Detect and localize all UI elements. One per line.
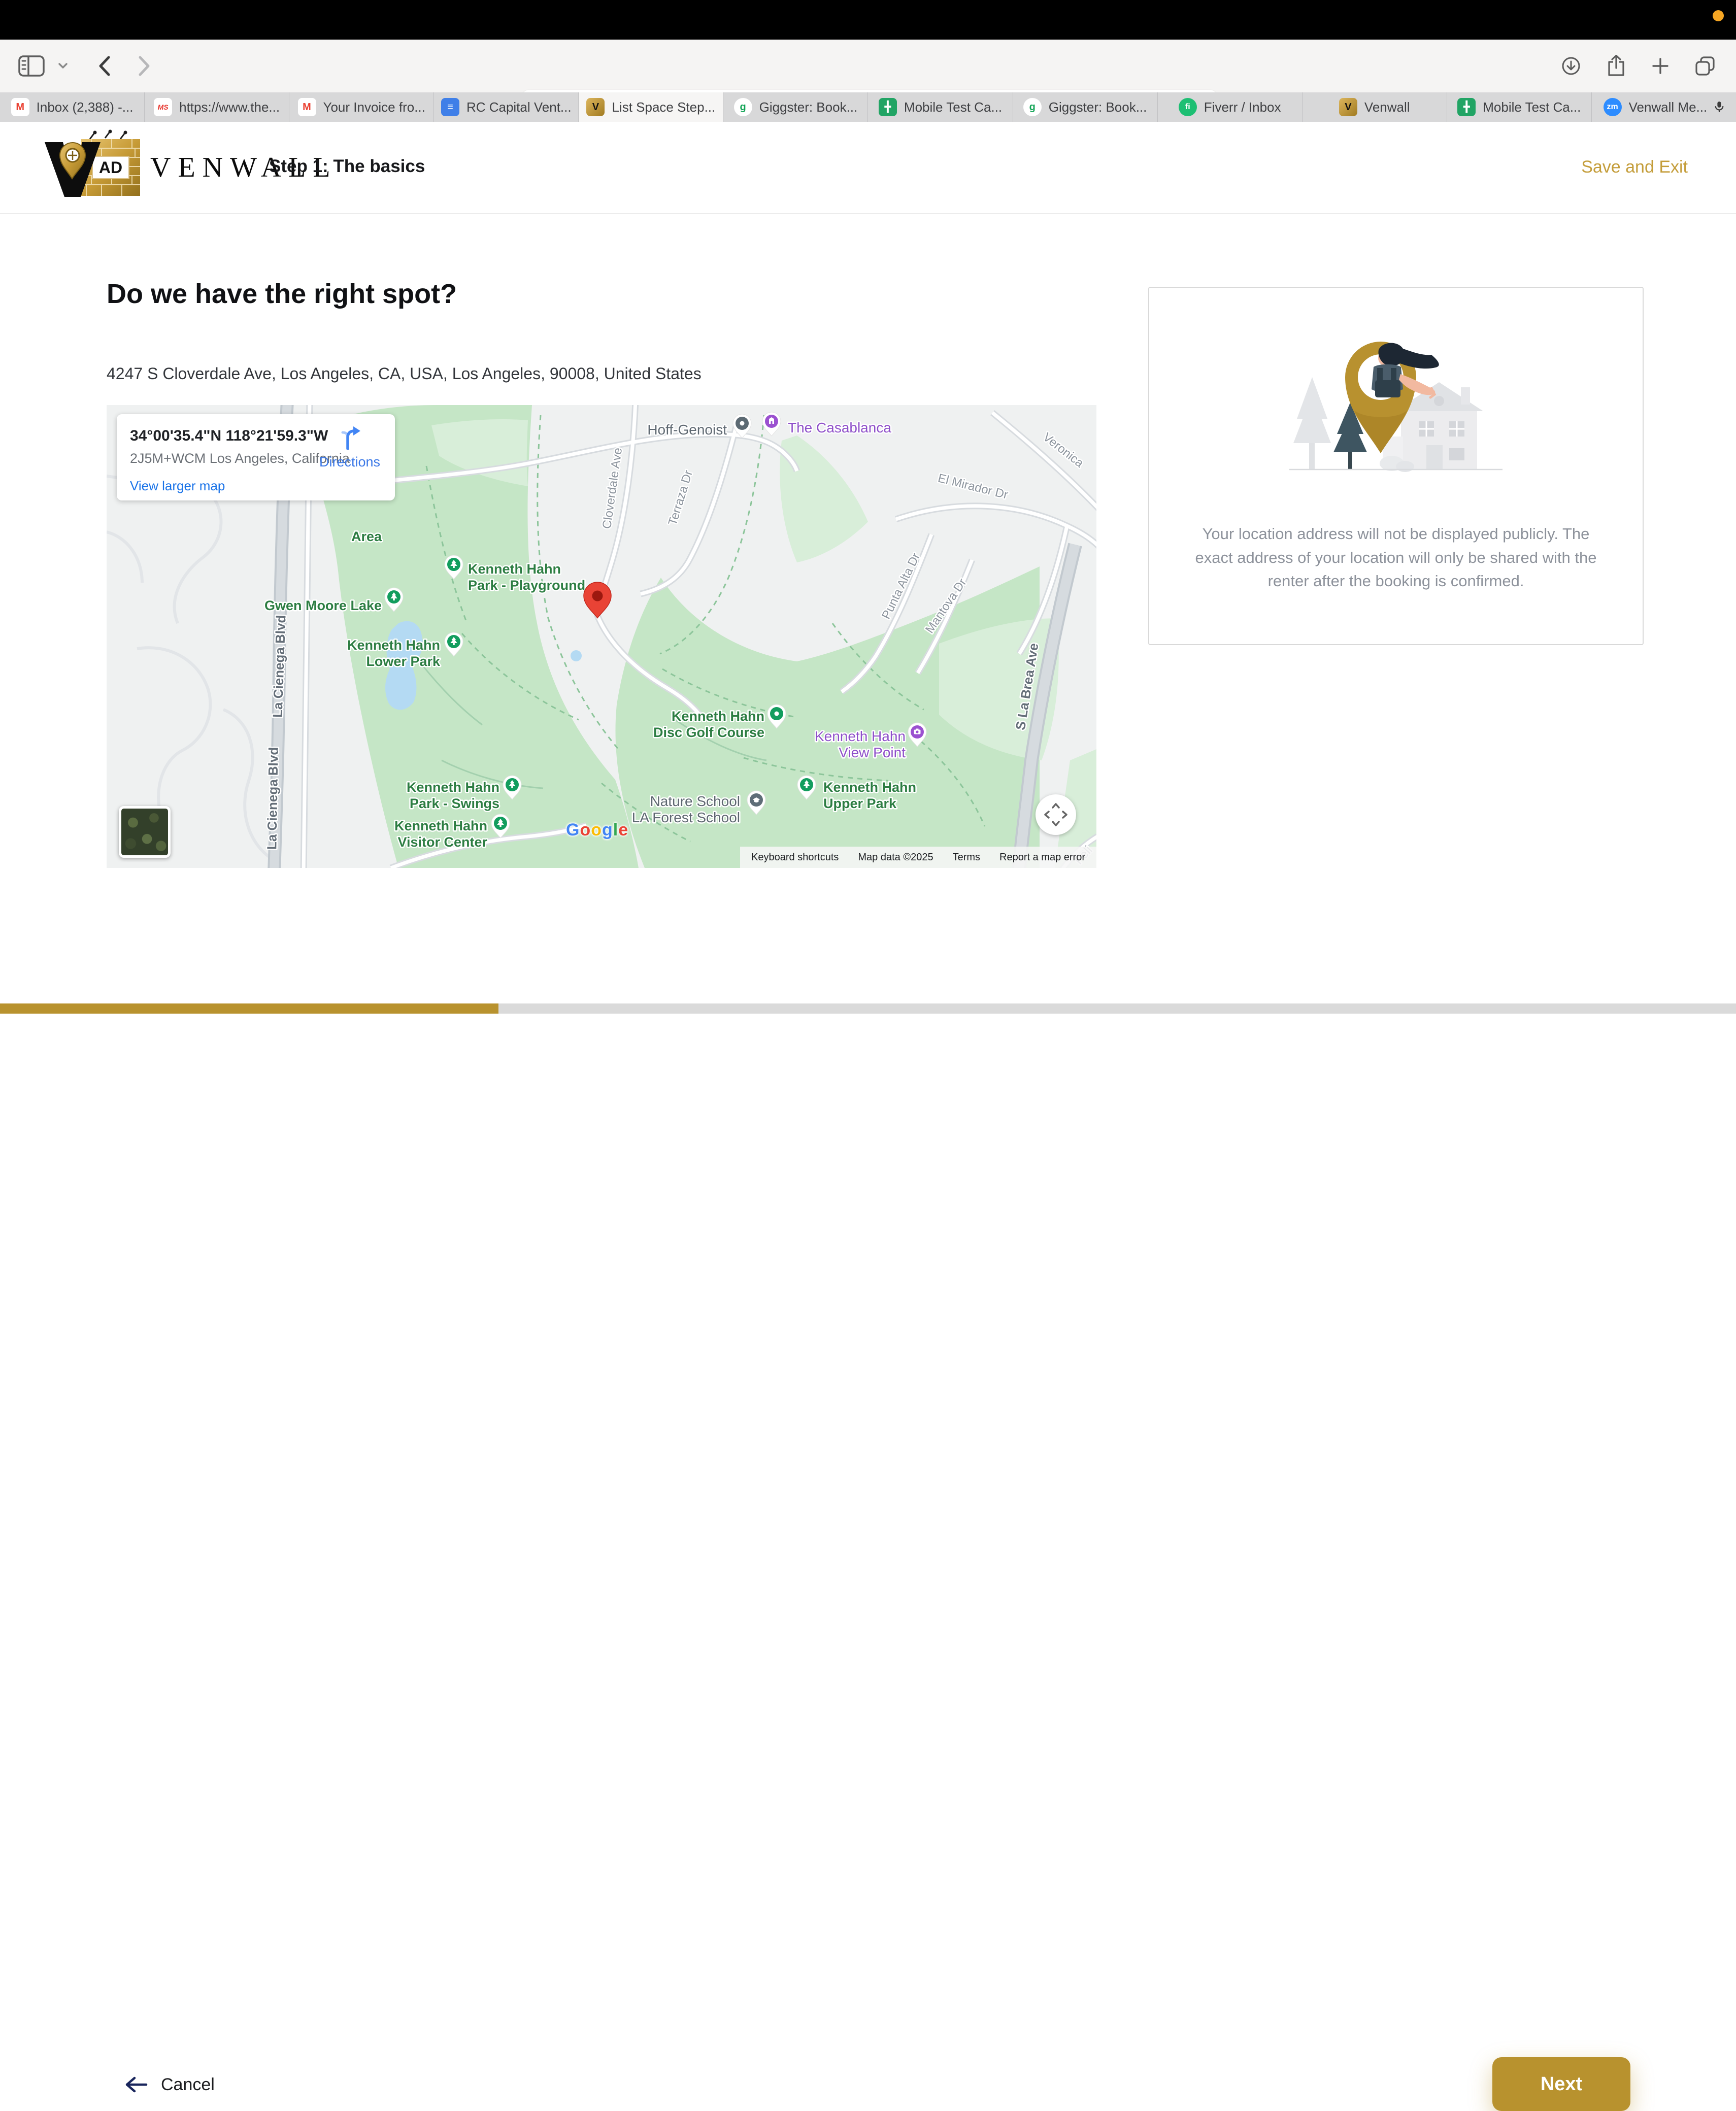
browser-tab-5[interactable]: V List Space Step...	[579, 92, 723, 122]
tab-label: Venwall Me...	[1629, 99, 1708, 115]
map-label: La Cienega Blvd	[264, 747, 281, 850]
tab-label: Fiverr / Inbox	[1204, 99, 1281, 115]
map-attribution-bar: Keyboard shortcuts Map data ©2025 Terms Rep…	[740, 847, 1096, 868]
google-logo[interactable]: Google	[566, 820, 628, 840]
map-attribution-item[interactable]: Keyboard shortcuts	[751, 852, 839, 863]
coordinates-title: 34°00'35.4"N 118°21'59.3"W	[130, 427, 328, 445]
zoom-favicon: zm	[1604, 98, 1622, 116]
tab-label: Mobile Test Ca...	[1483, 99, 1581, 115]
save-and-exit-link[interactable]: Save and Exit	[1581, 157, 1688, 177]
cancel-button[interactable]: Cancel	[124, 2072, 215, 2097]
forward-button[interactable]	[137, 55, 152, 77]
tab-label: https://www.the...	[179, 99, 280, 115]
gmail-favicon: M	[298, 98, 316, 116]
bottom-action-bar: Cancel Next	[0, 1014, 1736, 1124]
page-heading: Do we have the right spot?	[107, 278, 457, 310]
tab-label: Mobile Test Ca...	[904, 99, 1002, 115]
tab-label: Inbox (2,388) -...	[37, 99, 133, 115]
docs-favicon: ≡	[441, 98, 459, 116]
tab-bar: MInbox (2,388) -...MShttps://www.the...M…	[0, 92, 1736, 122]
map-label: The Casablanca	[788, 420, 891, 435]
browser-tab-4[interactable]: ≡ RC Capital Vent...	[434, 92, 579, 122]
gmail-favicon: M	[11, 98, 29, 116]
venwall-favicon: V	[586, 98, 605, 116]
tab-label: Giggster: Book...	[1049, 99, 1147, 115]
tab-label: List Space Step...	[612, 99, 715, 115]
view-larger-map-link[interactable]: View larger map	[130, 478, 225, 494]
browser-tab-12[interactable]: zm Venwall Me...	[1592, 92, 1736, 122]
progress-bar-track	[0, 1003, 1736, 1014]
browser-tab-8[interactable]: g Giggster: Book...	[1013, 92, 1158, 122]
listing-address: 4247 S Cloverdale Ave, Los Angeles, CA, …	[107, 364, 702, 383]
map-label: Area	[351, 529, 382, 544]
browser-tab-6[interactable]: g Giggster: Book...	[723, 92, 868, 122]
cancel-label: Cancel	[161, 2075, 215, 2095]
fiverr-favicon: fi	[1179, 98, 1197, 116]
tab-overview-icon[interactable]	[1694, 55, 1716, 77]
progress-bar-fill	[0, 1003, 498, 1014]
location-privacy-illustration	[1274, 317, 1518, 490]
map-attribution-item[interactable]: Terms	[953, 852, 980, 863]
privacy-note-text: Your location address will not be displa…	[1183, 522, 1609, 593]
browser-tab-11[interactable]: ╋ Mobile Test Ca...	[1447, 92, 1592, 122]
mls-favicon: MS	[154, 98, 172, 116]
browser-toolbar: venwall.com Ax	[0, 40, 1736, 93]
browser-tab-10[interactable]: V Venwall	[1303, 92, 1447, 122]
map-info-card: 34°00'35.4"N 118°21'59.3"W 2J5M+WCM Los …	[117, 414, 395, 500]
giggster-favicon: g	[734, 98, 752, 116]
browser-tab-3[interactable]: M Your Invoice fro...	[289, 92, 434, 122]
directions-label: Directions	[317, 454, 383, 470]
map-label: Hoff-Genoist	[647, 422, 727, 438]
google-map[interactable]: Hoff-GenoistThe CasablancaVeronicaEl Mir…	[107, 405, 1096, 868]
browser-tab-2[interactable]: MS https://www.the...	[145, 92, 289, 122]
tab-label: RC Capital Vent...	[466, 99, 572, 115]
next-button[interactable]: Next	[1492, 2057, 1630, 2111]
macos-menubar	[0, 0, 1736, 40]
pan-arrows-icon	[1036, 794, 1076, 835]
privacy-info-card: Your location address will not be displa…	[1148, 287, 1644, 645]
map-label: Gwen Moore Lake	[264, 598, 382, 613]
tab-mic-icon	[1714, 100, 1724, 114]
directions-button[interactable]: Directions	[317, 423, 383, 470]
site-header: AD VENWALL Step 1: The basics Save and E…	[0, 122, 1736, 214]
logo-ad-badge: AD	[99, 158, 122, 177]
venwall-favicon: V	[1339, 98, 1357, 116]
downloads-icon[interactable]	[1561, 56, 1581, 76]
recording-indicator-dot	[1713, 10, 1724, 21]
tab-label: Giggster: Book...	[759, 99, 858, 115]
map-pan-control[interactable]	[1036, 794, 1076, 835]
browser-tab-7[interactable]: ╋ Mobile Test Ca...	[868, 92, 1013, 122]
sheets-favicon: ╋	[1457, 98, 1476, 116]
back-arrow-icon	[124, 2076, 148, 2093]
tab-label: Your Invoice fro...	[323, 99, 425, 115]
giggster-favicon: g	[1023, 98, 1042, 116]
tab-label: Venwall	[1364, 99, 1410, 115]
back-button[interactable]	[96, 55, 112, 77]
sheets-favicon: ╋	[879, 98, 897, 116]
venwall-logo-mark: AD	[41, 128, 147, 207]
satellite-view-toggle[interactable]	[119, 806, 171, 858]
map-attribution-item[interactable]: Report a map error	[999, 852, 1085, 863]
map-attribution-item: Map data ©2025	[858, 852, 933, 863]
new-tab-icon[interactable]	[1652, 57, 1669, 75]
step-title: Step 1: The basics	[269, 156, 425, 177]
share-icon[interactable]	[1606, 55, 1626, 77]
sidebar-chevron-down-icon[interactable]	[58, 62, 68, 70]
browser-tab-9[interactable]: fi Fiverr / Inbox	[1158, 92, 1303, 122]
browser-tab-1[interactable]: M Inbox (2,388) -...	[0, 92, 145, 122]
directions-fork-icon	[338, 423, 362, 450]
sidebar-toggle-icon[interactable]	[18, 55, 45, 77]
